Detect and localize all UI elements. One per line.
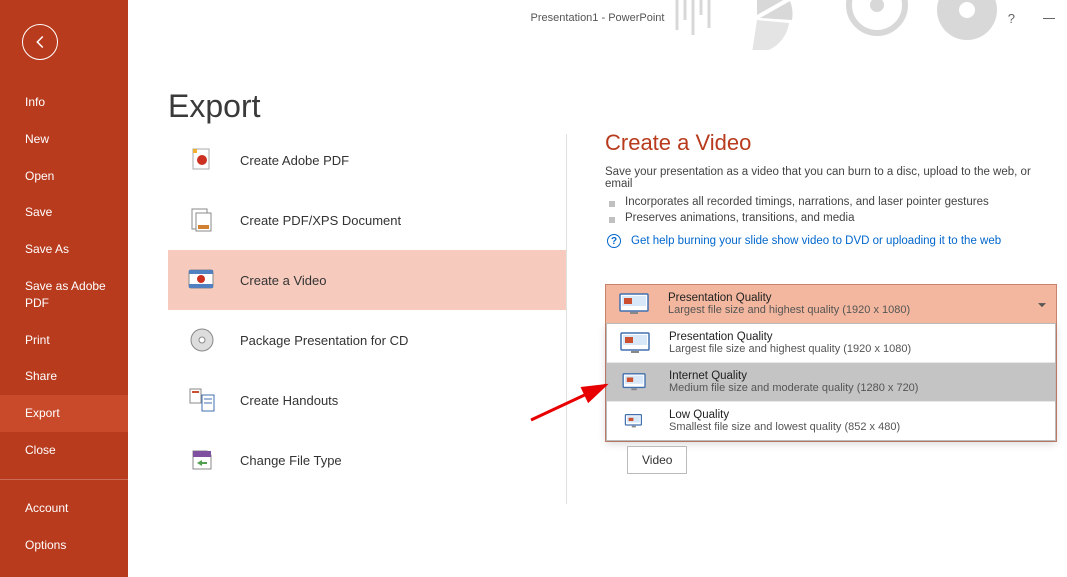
- sidebar-item-export[interactable]: Export: [0, 395, 128, 432]
- quality-option-presentation[interactable]: Presentation Quality Largest file size a…: [607, 324, 1055, 362]
- create-video-button[interactable]: Video: [627, 446, 687, 474]
- sidebar-item-save[interactable]: Save: [0, 194, 128, 231]
- monitor-icon: [617, 408, 653, 434]
- change-filetype-icon: [186, 444, 218, 476]
- sidebar-divider: [0, 479, 128, 480]
- export-option-label: Create Handouts: [240, 393, 338, 408]
- quality-option-low[interactable]: Low Quality Smallest file size and lowes…: [607, 401, 1055, 440]
- quality-dropdown: Presentation Quality Largest file size a…: [605, 284, 1057, 442]
- export-option-label: Create a Video: [240, 273, 327, 288]
- quality-option-desc: Smallest file size and lowest quality (8…: [669, 421, 1045, 433]
- export-option-video[interactable]: Create a Video: [168, 250, 566, 310]
- export-option-adobe-pdf[interactable]: Create Adobe PDF: [168, 130, 566, 190]
- export-option-handouts[interactable]: Create Handouts: [168, 370, 566, 430]
- page-title: Export: [168, 88, 1067, 125]
- vertical-divider: [566, 134, 567, 504]
- main-pane: Presentation1 - PowerPoint ? Export Crea…: [128, 0, 1067, 577]
- export-option-change-file-type[interactable]: Change File Type: [168, 430, 566, 490]
- bullet-icon: [609, 201, 615, 207]
- quality-option-desc: Largest file size and highest quality (1…: [669, 343, 1045, 355]
- bullet-text: Preserves animations, transitions, and m…: [625, 212, 854, 224]
- sidebar-item-options[interactable]: Options: [0, 527, 128, 564]
- help-icon[interactable]: ?: [1008, 11, 1015, 26]
- bullet-text: Incorporates all recorded timings, narra…: [625, 196, 989, 208]
- handouts-icon: [186, 384, 218, 416]
- export-option-label: Package Presentation for CD: [240, 333, 408, 348]
- adobe-pdf-icon: [186, 144, 218, 176]
- quality-option-title: Low Quality: [669, 409, 1045, 421]
- question-icon: ?: [607, 234, 621, 248]
- quality-option-desc: Medium file size and moderate quality (1…: [669, 382, 1045, 394]
- section-title: Create a Video: [605, 130, 1057, 156]
- sidebar-menu: Info New Open Save Save As Save as Adobe…: [0, 84, 128, 563]
- export-option-label: Create PDF/XPS Document: [240, 213, 401, 228]
- pdf-xps-icon: [186, 204, 218, 236]
- export-option-label: Create Adobe PDF: [240, 153, 349, 168]
- backstage-sidebar: Info New Open Save Save As Save as Adobe…: [0, 0, 128, 577]
- quality-option-title: Presentation Quality: [669, 331, 1045, 343]
- sidebar-item-open[interactable]: Open: [0, 158, 128, 195]
- cd-icon: [186, 324, 218, 356]
- title-bar: Presentation1 - PowerPoint ?: [128, 0, 1067, 36]
- help-link[interactable]: ? Get help burning your slide show video…: [605, 234, 1057, 248]
- bullet-icon: [609, 217, 615, 223]
- monitor-icon: [616, 291, 652, 317]
- minimize-icon[interactable]: [1043, 18, 1055, 19]
- chevron-down-icon: [1038, 295, 1046, 313]
- monitor-icon: [617, 330, 653, 356]
- sidebar-item-print[interactable]: Print: [0, 322, 128, 359]
- export-option-label: Change File Type: [240, 453, 342, 468]
- sidebar-item-share[interactable]: Share: [0, 358, 128, 395]
- quality-selected-desc: Largest file size and highest quality (1…: [668, 304, 1046, 316]
- sidebar-item-account[interactable]: Account: [0, 490, 128, 527]
- export-details-pane: Create a Video Save your presentation as…: [605, 130, 1057, 474]
- section-subtitle: Save your presentation as a video that y…: [605, 166, 1057, 190]
- quality-option-title: Internet Quality: [669, 370, 1045, 382]
- sidebar-item-close[interactable]: Close: [0, 432, 128, 469]
- sidebar-item-save-adobe-pdf[interactable]: Save as Adobe PDF: [0, 268, 128, 322]
- video-icon: [186, 264, 218, 296]
- back-button[interactable]: [22, 24, 58, 60]
- sidebar-item-save-as[interactable]: Save As: [0, 231, 128, 268]
- export-option-package-cd[interactable]: Package Presentation for CD: [168, 310, 566, 370]
- back-arrow-icon: [31, 33, 49, 51]
- window-title: Presentation1 - PowerPoint: [531, 12, 665, 24]
- export-options-list: Create Adobe PDF Create PDF/XPS Document…: [168, 130, 566, 490]
- monitor-icon: [617, 369, 653, 395]
- quality-option-internet[interactable]: Internet Quality Medium file size and mo…: [607, 362, 1055, 401]
- help-link-text: Get help burning your slide show video t…: [631, 235, 1001, 247]
- quality-dropdown-options: Presentation Quality Largest file size a…: [606, 323, 1056, 441]
- sidebar-item-info[interactable]: Info: [0, 84, 128, 121]
- quality-selected-title: Presentation Quality: [668, 292, 1046, 304]
- bullet-item: Preserves animations, transitions, and m…: [605, 212, 1057, 224]
- export-option-pdf-xps[interactable]: Create PDF/XPS Document: [168, 190, 566, 250]
- bullet-item: Incorporates all recorded timings, narra…: [605, 196, 1057, 208]
- sidebar-item-new[interactable]: New: [0, 121, 128, 158]
- quality-dropdown-selected[interactable]: Presentation Quality Largest file size a…: [606, 285, 1056, 323]
